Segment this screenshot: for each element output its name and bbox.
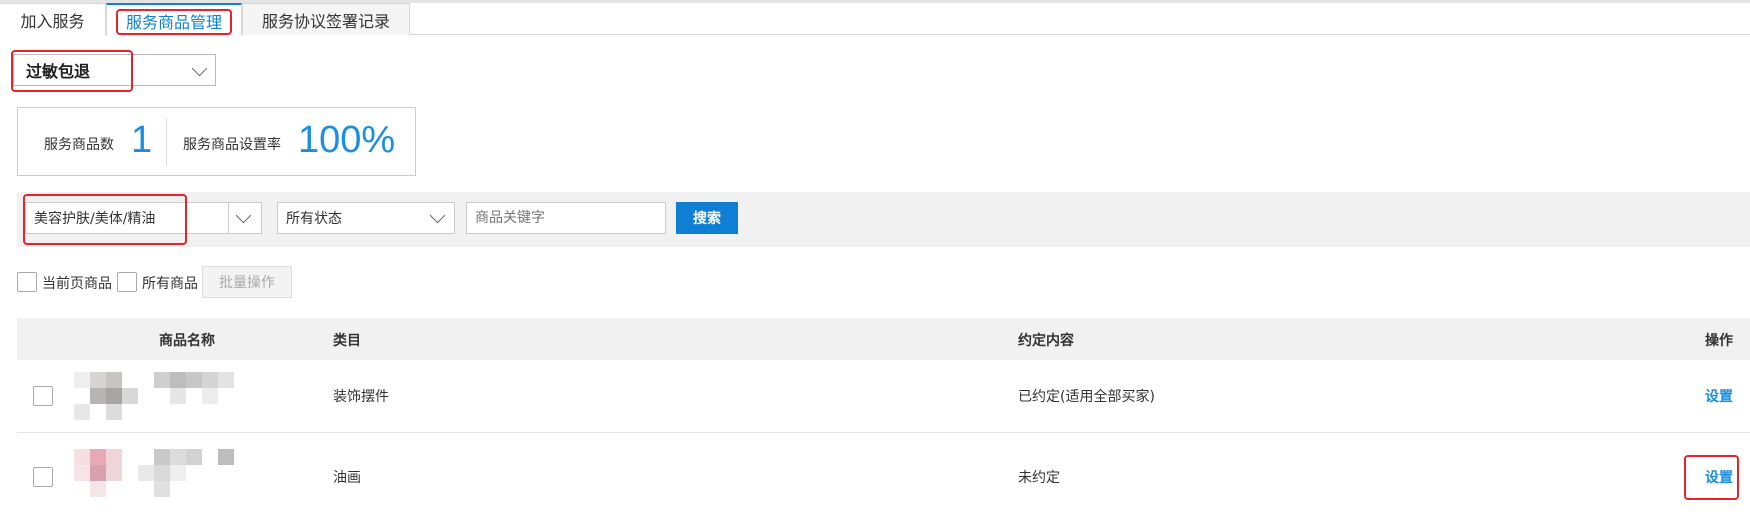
table-header: 商品名称 类目 约定内容 操作 [17,318,1750,360]
filter-bar: 美容护肤/美体/精油 所有状态 搜索 [17,192,1750,247]
status-value: 所有状态 [286,211,342,227]
keyword-search-input[interactable] [466,202,666,234]
column-header-action: 操作 [1705,333,1733,349]
setting-rate-value: 100% [298,119,396,161]
row-setting-link[interactable]: 设置 [1705,386,1733,406]
category-select[interactable]: 美容护肤/美体/精油 [25,202,262,234]
row-checkbox[interactable] [33,386,53,406]
product-image-blurred [74,441,274,501]
chevron-down-icon [191,60,208,77]
tab-join-service[interactable]: 加入服务 [0,3,106,35]
row-agreement: 未约定 [1018,470,1060,486]
column-header-category: 类目 [333,333,361,349]
stats-panel: 服务商品数 1 服务商品设置率 100% [17,107,416,176]
goods-count-value: 1 [131,119,153,161]
service-type-select[interactable]: 过敏包退 [13,54,216,86]
current-page-checkbox[interactable] [17,272,37,292]
status-select[interactable]: 所有状态 [277,202,455,234]
column-header-agreement: 约定内容 [1018,333,1074,349]
stats-divider [166,118,167,166]
batch-operation-button[interactable]: 批量操作 [202,266,292,298]
current-page-label: 当前页商品 [42,276,112,292]
search-button[interactable]: 搜索 [676,202,738,234]
all-goods-label: 所有商品 [142,276,198,292]
product-image-blurred [74,360,274,420]
table-row: 油画 未约定 设置 [17,433,1750,521]
table-row: 装饰摆件 已约定(适用全部买家) 设置 [17,360,1750,433]
tab-service-goods-management[interactable]: 服务商品管理 [106,3,242,36]
all-goods-checkbox[interactable] [117,272,137,292]
column-header-name: 商品名称 [159,333,215,349]
row-setting-link[interactable]: 设置 [1705,467,1733,487]
tab-agreement-records[interactable]: 服务协议签署记录 [242,3,410,35]
category-value: 美容护肤/美体/精油 [34,211,156,227]
tab-bar: 加入服务 服务商品管理 服务协议签署记录 [0,3,1750,36]
setting-rate-label: 服务商品设置率 [183,137,281,153]
select-divider [228,203,229,233]
row-category: 油画 [333,470,361,486]
chevron-down-icon [235,207,252,224]
row-agreement: 已约定(适用全部买家) [1018,389,1155,405]
chevron-down-icon [429,207,446,224]
goods-count-label: 服务商品数 [44,137,114,153]
service-type-value: 过敏包退 [26,62,91,81]
row-checkbox[interactable] [33,467,53,487]
row-category: 装饰摆件 [333,389,389,405]
